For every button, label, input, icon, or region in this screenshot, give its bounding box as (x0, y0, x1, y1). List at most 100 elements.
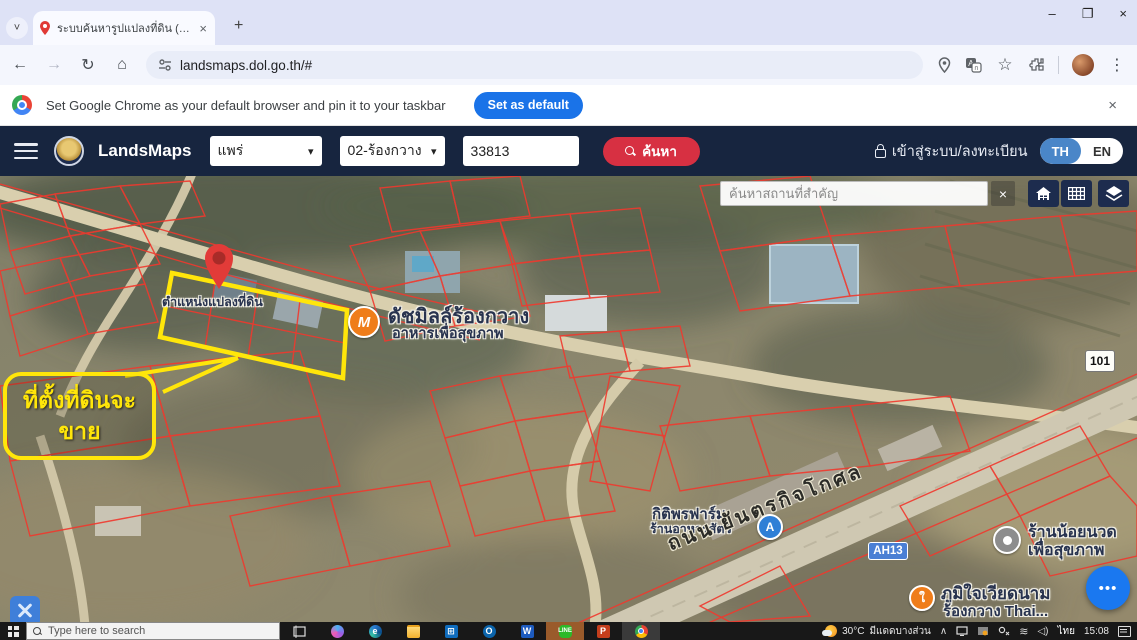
map-search-input[interactable] (720, 181, 988, 206)
grid-icon (1068, 187, 1085, 200)
site-settings-icon[interactable] (158, 58, 172, 72)
window-restore-button[interactable]: ❐ (1082, 6, 1094, 22)
map-grid-button[interactable] (1061, 180, 1092, 207)
url-text: landsmaps.dol.go.th/# (180, 58, 312, 73)
tab-title: ระบบค้นหารูปแปลงที่ดิน (LandsMap... (57, 19, 191, 37)
lock-icon (875, 149, 886, 158)
tray-display-icon[interactable] (977, 626, 989, 636)
line-app-icon[interactable]: LINE (546, 622, 584, 640)
satellite-map[interactable]: ตำแหน่งแปลงที่ดิน M ดัชมิลล์ร้องกวาง อาห… (0, 176, 1137, 622)
store-icon[interactable]: ⊞ (432, 622, 470, 640)
district-value: 02-ร้องกวาง (348, 140, 422, 162)
new-tab-button[interactable]: + (234, 20, 243, 32)
powerpoint-icon[interactable]: P (584, 622, 622, 640)
map-home-button[interactable] (1028, 180, 1059, 207)
outlook-icon[interactable]: O (470, 622, 508, 640)
vietnam-label-line2: ร้องกวาง Thai... (943, 599, 1048, 622)
browser-tab[interactable]: ระบบค้นหารูปแปลงที่ดิน (LandsMap... × (33, 11, 215, 45)
forward-icon[interactable]: → (44, 56, 64, 74)
browser-menu-icon[interactable]: ⋮ (1107, 55, 1127, 75)
tray-chevron-icon[interactable]: ∧ (940, 626, 947, 637)
home-icon[interactable]: ⌂ (112, 56, 132, 74)
chevron-down-icon: ▾ (431, 145, 437, 158)
taskbar-search-placeholder: Type here to search (48, 625, 145, 637)
tab-close-icon[interactable]: × (197, 21, 209, 36)
land-for-sale-callout: ที่ตั้งที่ดินจะ ขาย (3, 372, 156, 460)
chrome-taskbar-icon[interactable] (622, 622, 660, 640)
search-icon (625, 146, 636, 157)
word-icon[interactable]: W (508, 622, 546, 640)
tab-favicon-pin-icon (39, 21, 51, 35)
location-icon[interactable] (937, 57, 952, 73)
chrome-logo-icon (12, 95, 32, 115)
volume-icon[interactable]: ◁) (1037, 626, 1048, 637)
window-close-button[interactable]: × (1119, 6, 1127, 22)
weather-widget[interactable]: 30°C มีแดดบางส่วน (825, 624, 931, 639)
lang-th-button[interactable]: TH (1040, 138, 1081, 164)
translate-icon[interactable]: A ก (965, 57, 982, 73)
district-select[interactable]: 02-ร้องกวาง ▾ (340, 136, 445, 166)
province-value: แพร่ (218, 140, 244, 162)
route-ah13-shield: AH13 (868, 542, 908, 560)
callout-line2: ขาย (58, 419, 100, 444)
browser-titlebar: ˅ ระบบค้นหารูปแปลงที่ดิน (LandsMap... × … (0, 0, 1137, 45)
bookmark-star-icon[interactable]: ☆ (995, 55, 1015, 75)
extensions-puzzle-icon[interactable] (1028, 57, 1045, 74)
search-button-label: ค้นหา (642, 140, 677, 162)
massage-label-line2: เพื่อสุขภาพ (1028, 538, 1104, 563)
profile-avatar[interactable] (1072, 54, 1094, 76)
address-bar[interactable]: landsmaps.dol.go.th/# (146, 51, 923, 79)
window-minimize-button[interactable]: – (1049, 6, 1056, 22)
map-search-clear-icon[interactable]: × (991, 181, 1015, 206)
login-register-link[interactable]: เข้าสู่ระบบ/ลงทะเบียน (875, 140, 1028, 163)
menu-hamburger-icon[interactable] (14, 143, 38, 159)
taskbar-search[interactable]: Type here to search (26, 622, 280, 640)
copilot-icon[interactable] (318, 622, 356, 640)
chevron-down-icon: ▾ (308, 145, 314, 158)
action-center-icon[interactable] (1118, 626, 1131, 637)
callout-line1: ที่ตั้งที่ดินจะ (23, 388, 136, 413)
map-canvas (0, 176, 1137, 622)
tray-pin-icon[interactable] (998, 626, 1010, 636)
dol-logo (54, 136, 84, 166)
reload-icon[interactable]: ↻ (78, 55, 98, 75)
edge-icon[interactable]: e (356, 622, 394, 640)
start-button[interactable] (0, 622, 26, 640)
home-icon (1035, 186, 1052, 201)
keyboard-language[interactable]: ไทย (1057, 624, 1074, 639)
vietnam-poi-icon[interactable]: ใ (909, 585, 935, 611)
province-select[interactable]: แพร่ ▾ (210, 136, 322, 166)
search-button[interactable]: ค้นหา (603, 137, 700, 166)
windows-taskbar: Type here to search e ⊞ O W (0, 622, 1137, 640)
route-101-shield: 101 (1085, 350, 1115, 372)
screen: ˅ ระบบค้นหารูปแปลงที่ดิน (LandsMap... × … (0, 0, 1137, 640)
taskbar-clock[interactable]: 15:08 (1084, 627, 1109, 636)
map-layers-button[interactable] (1098, 180, 1129, 207)
login-label: เข้าสู่ระบบ/ลงทะเบียน (892, 140, 1028, 163)
back-icon[interactable]: ← (10, 56, 30, 74)
landsmaps-header: LandsMaps แพร่ ▾ 02-ร้องกวาง ▾ ค้นหา เข้… (0, 126, 1137, 176)
task-view-icon[interactable] (280, 622, 318, 640)
tab-search-icon[interactable]: ˅ (6, 17, 28, 39)
lang-en-button[interactable]: EN (1081, 138, 1123, 164)
dutchmill-poi-icon[interactable]: M (348, 306, 380, 338)
massage-poi-icon[interactable] (993, 526, 1021, 554)
toolbar-divider (1058, 56, 1059, 74)
language-toggle: TH EN (1040, 138, 1123, 164)
weather-icon (825, 625, 837, 637)
set-default-button[interactable]: Set as default (474, 92, 583, 119)
parcel-position-label: ตำแหน่งแปลงที่ดิน (162, 292, 263, 312)
brand-title: LandsMaps (98, 141, 192, 161)
parcel-number-input[interactable] (463, 136, 579, 166)
weather-desc: มีแดดบางส่วน (869, 624, 930, 639)
banner-message: Set Google Chrome as your default browse… (46, 98, 446, 113)
map-tools-button[interactable] (10, 596, 40, 622)
wifi-icon[interactable]: ≋ (1019, 625, 1028, 638)
map-more-fab[interactable]: ••• (1086, 566, 1130, 610)
search-icon (33, 627, 42, 636)
tray-monitor-icon[interactable] (956, 626, 968, 636)
file-explorer-icon[interactable] (394, 622, 432, 640)
layers-icon (1105, 186, 1123, 202)
banner-close-icon[interactable]: × (1108, 97, 1125, 114)
browser-toolbar: ← → ↻ ⌂ landsmaps.dol.go.th/# A ก (0, 45, 1137, 85)
